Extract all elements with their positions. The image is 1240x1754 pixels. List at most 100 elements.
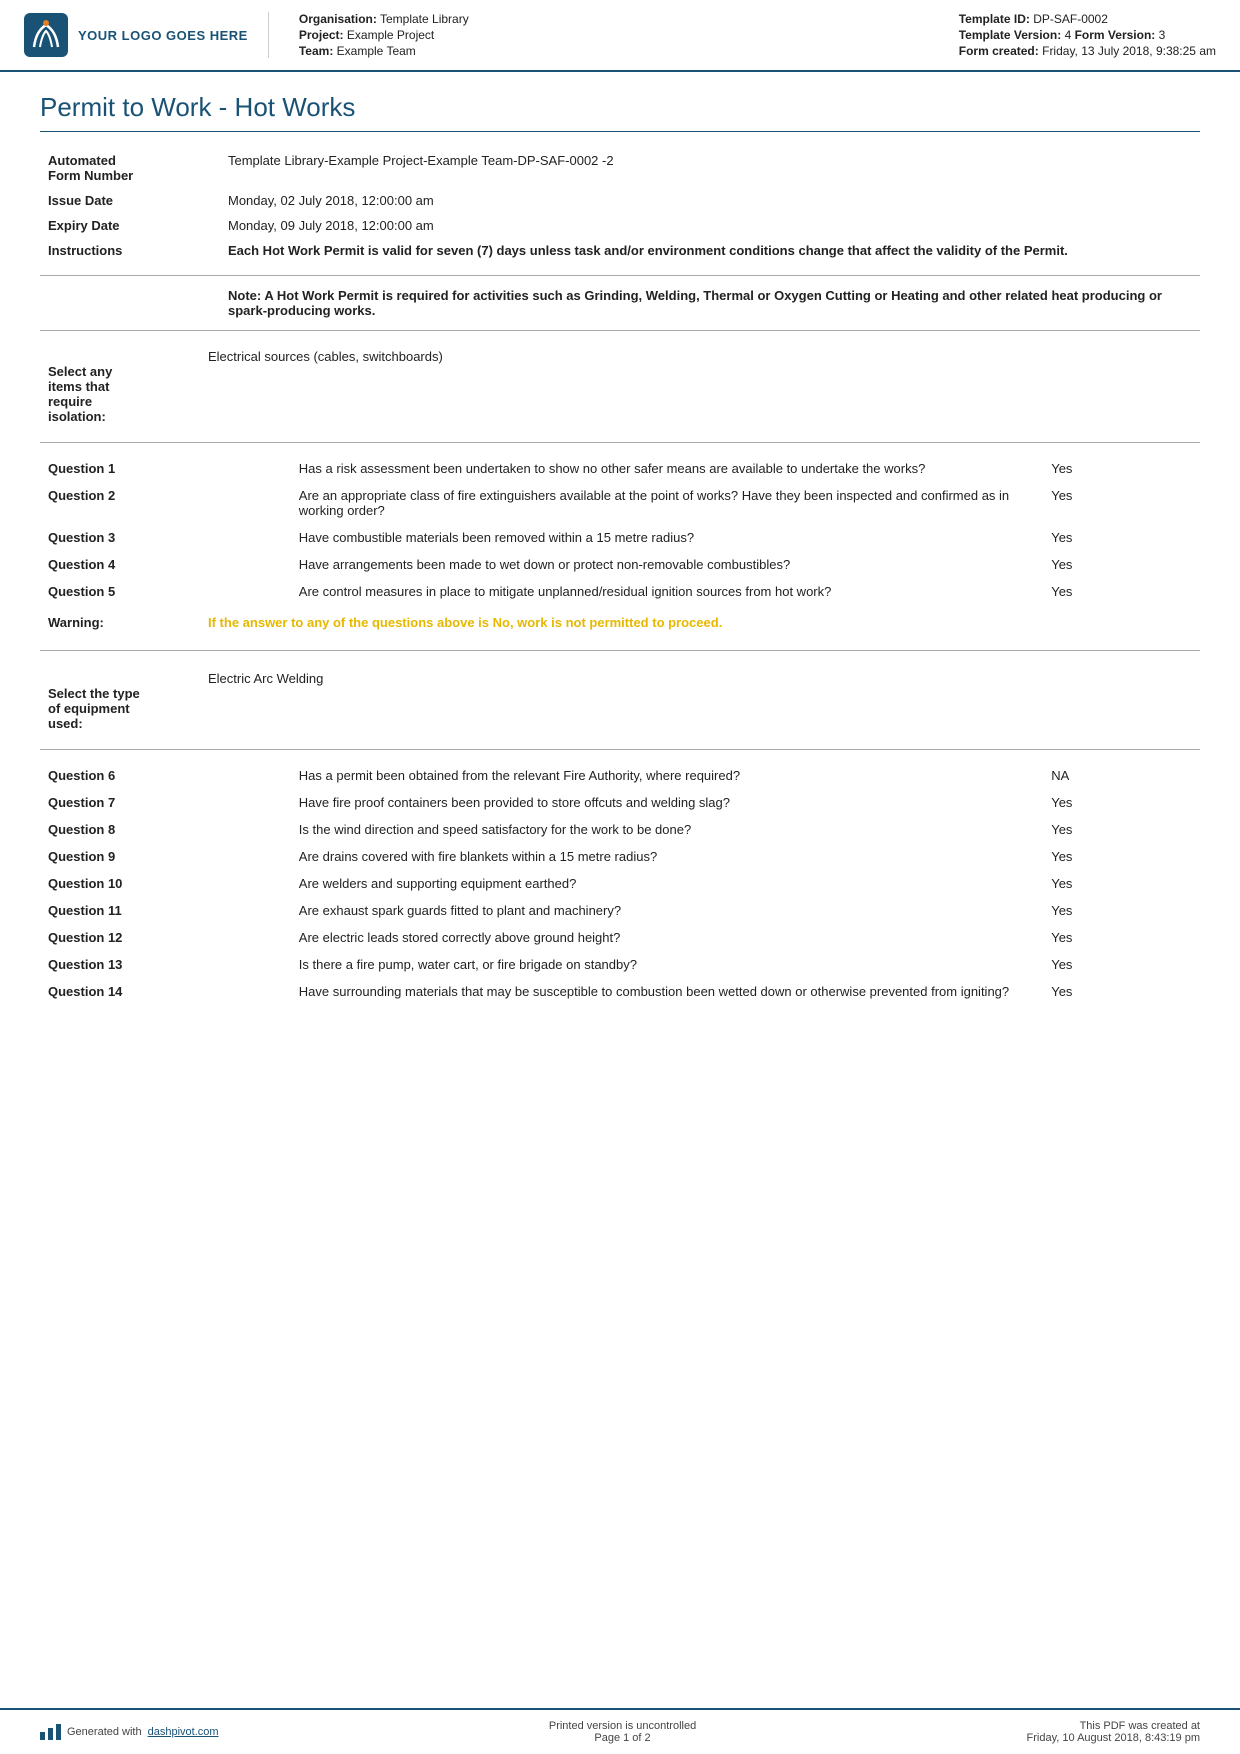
- question-row: Question 10Are welders and supporting eq…: [40, 870, 1200, 897]
- isolation-label: Select any items that require isolation:: [40, 343, 200, 430]
- question-answer: Yes: [1043, 924, 1200, 951]
- automated-row: Automated Form Number Template Library-E…: [40, 148, 1200, 188]
- pdf-created-text: This PDF was created at: [1027, 1720, 1200, 1732]
- question-text: Has a risk assessment been undertaken to…: [291, 455, 1043, 482]
- question-row: Question 4Have arrangements been made to…: [40, 551, 1200, 578]
- question-id: Question 7: [40, 789, 291, 816]
- issue-date-value: Monday, 02 July 2018, 12:00:00 am: [220, 188, 1200, 213]
- issue-date-row: Issue Date Monday, 02 July 2018, 12:00:0…: [40, 188, 1200, 213]
- question-text: Have combustible materials been removed …: [291, 524, 1043, 551]
- automated-value: Template Library-Example Project-Example…: [220, 148, 1200, 188]
- question-id: Question 9: [40, 843, 291, 870]
- logo-icon: [24, 13, 68, 57]
- divider-2: [40, 330, 1200, 331]
- expiry-date-label: Expiry Date: [40, 213, 220, 238]
- note-box: Note: A Hot Work Permit is required for …: [228, 288, 1200, 318]
- issue-date-label: Issue Date: [40, 188, 220, 213]
- question-id: Question 6: [40, 762, 291, 789]
- question-text: Is the wind direction and speed satisfac…: [291, 816, 1043, 843]
- questions-table-2: Question 6Has a permit been obtained fro…: [40, 762, 1200, 1005]
- question-id: Question 2: [40, 482, 291, 524]
- question-id: Question 3: [40, 524, 291, 551]
- divider-3: [40, 442, 1200, 443]
- question-text: Are an appropriate class of fire extingu…: [291, 482, 1043, 524]
- questions-table-1: Question 1Has a risk assessment been und…: [40, 455, 1200, 605]
- question-answer: Yes: [1043, 482, 1200, 524]
- question-id: Question 4: [40, 551, 291, 578]
- question-row: Question 2Are an appropriate class of fi…: [40, 482, 1200, 524]
- question-answer: Yes: [1043, 551, 1200, 578]
- question-row: Question 1Has a risk assessment been und…: [40, 455, 1200, 482]
- question-id: Question 1: [40, 455, 291, 482]
- question-row: Question 5Are control measures in place …: [40, 578, 1200, 605]
- instructions-value: Each Hot Work Permit is valid for seven …: [220, 238, 1200, 263]
- equipment-table: Select the type of equipment used: Elect…: [40, 665, 1200, 737]
- question-text: Have surrounding materials that may be s…: [291, 978, 1043, 1005]
- footer-bars-icon: [40, 1724, 61, 1740]
- question-answer: Yes: [1043, 578, 1200, 605]
- main-content: Permit to Work - Hot Works Automated For…: [0, 72, 1240, 1708]
- question-text: Is there a fire pump, water cart, or fir…: [291, 951, 1043, 978]
- automated-label: Automated Form Number: [40, 148, 220, 188]
- question-id: Question 13: [40, 951, 291, 978]
- question-text: Are control measures in place to mitigat…: [291, 578, 1043, 605]
- equipment-label: Select the type of equipment used:: [40, 665, 200, 737]
- page: YOUR LOGO GOES HERE Organisation: Templa…: [0, 0, 1240, 1754]
- question-answer: Yes: [1043, 455, 1200, 482]
- question-answer: Yes: [1043, 843, 1200, 870]
- question-text: Have fire proof containers been provided…: [291, 789, 1043, 816]
- question-row: Question 12Are electric leads stored cor…: [40, 924, 1200, 951]
- question-text: Has a permit been obtained from the rele…: [291, 762, 1043, 789]
- question-answer: Yes: [1043, 897, 1200, 924]
- equipment-value: Electric Arc Welding: [200, 665, 1200, 737]
- instructions-label: Instructions: [40, 238, 220, 263]
- question-text: Are welders and supporting equipment ear…: [291, 870, 1043, 897]
- question-row: Question 14Have surrounding materials th…: [40, 978, 1200, 1005]
- logo-area: YOUR LOGO GOES HERE: [24, 12, 269, 58]
- expiry-date-row: Expiry Date Monday, 09 July 2018, 12:00:…: [40, 213, 1200, 238]
- question-id: Question 11: [40, 897, 291, 924]
- header-meta-right: Template ID: DP-SAF-0002 Template Versio…: [959, 12, 1216, 58]
- page-number: Page 1 of 2: [549, 1732, 696, 1744]
- form-created-field: Form created: Friday, 13 July 2018, 9:38…: [959, 44, 1216, 58]
- question-row: Question 13Is there a fire pump, water c…: [40, 951, 1200, 978]
- dashpivot-link[interactable]: dashpivot.com: [148, 1726, 219, 1738]
- template-version-field: Template Version: 4 Form Version: 3: [959, 28, 1216, 42]
- instructions-row: Instructions Each Hot Work Permit is val…: [40, 238, 1200, 263]
- footer: Generated with dashpivot.com Printed ver…: [0, 1708, 1240, 1754]
- footer-left: Generated with dashpivot.com: [40, 1724, 219, 1740]
- organisation-field: Organisation: Template Library: [299, 12, 469, 26]
- question-row: Question 11Are exhaust spark guards fitt…: [40, 897, 1200, 924]
- logo-text: YOUR LOGO GOES HERE: [78, 28, 248, 43]
- template-id-field: Template ID: DP-SAF-0002: [959, 12, 1216, 26]
- question-row: Question 3Have combustible materials bee…: [40, 524, 1200, 551]
- divider-4: [40, 749, 1200, 750]
- header-meta-left: Organisation: Template Library Project: …: [299, 12, 469, 58]
- question-answer: Yes: [1043, 524, 1200, 551]
- question-id: Question 8: [40, 816, 291, 843]
- note-text: Note: A Hot Work Permit is required for …: [228, 288, 1162, 318]
- question-answer: Yes: [1043, 951, 1200, 978]
- question-answer: Yes: [1043, 789, 1200, 816]
- question-answer: Yes: [1043, 870, 1200, 897]
- question-row: Question 8Is the wind direction and spee…: [40, 816, 1200, 843]
- warning-label: Warning:: [40, 609, 200, 636]
- generated-text: Generated with: [67, 1726, 142, 1738]
- header: YOUR LOGO GOES HERE Organisation: Templa…: [0, 0, 1240, 72]
- expiry-date-value: Monday, 09 July 2018, 12:00:00 am: [220, 213, 1200, 238]
- footer-right: This PDF was created at Friday, 10 Augus…: [1027, 1720, 1200, 1744]
- question-answer: Yes: [1043, 816, 1200, 843]
- question-row: Question 7Have fire proof containers bee…: [40, 789, 1200, 816]
- info-table: Automated Form Number Template Library-E…: [40, 148, 1200, 263]
- question-text: Are electric leads stored correctly abov…: [291, 924, 1043, 951]
- uncontrolled-text: Printed version is uncontrolled: [549, 1720, 696, 1732]
- question-answer: NA: [1043, 762, 1200, 789]
- team-field: Team: Example Team: [299, 44, 469, 58]
- project-field: Project: Example Project: [299, 28, 469, 42]
- pdf-created-date: Friday, 10 August 2018, 8:43:19 pm: [1027, 1732, 1200, 1744]
- question-row: Question 6Has a permit been obtained fro…: [40, 762, 1200, 789]
- document-title: Permit to Work - Hot Works: [40, 92, 1200, 132]
- question-row: Question 9Are drains covered with fire b…: [40, 843, 1200, 870]
- isolation-table: Select any items that require isolation:…: [40, 343, 1200, 430]
- isolation-row: Select any items that require isolation:…: [40, 343, 1200, 430]
